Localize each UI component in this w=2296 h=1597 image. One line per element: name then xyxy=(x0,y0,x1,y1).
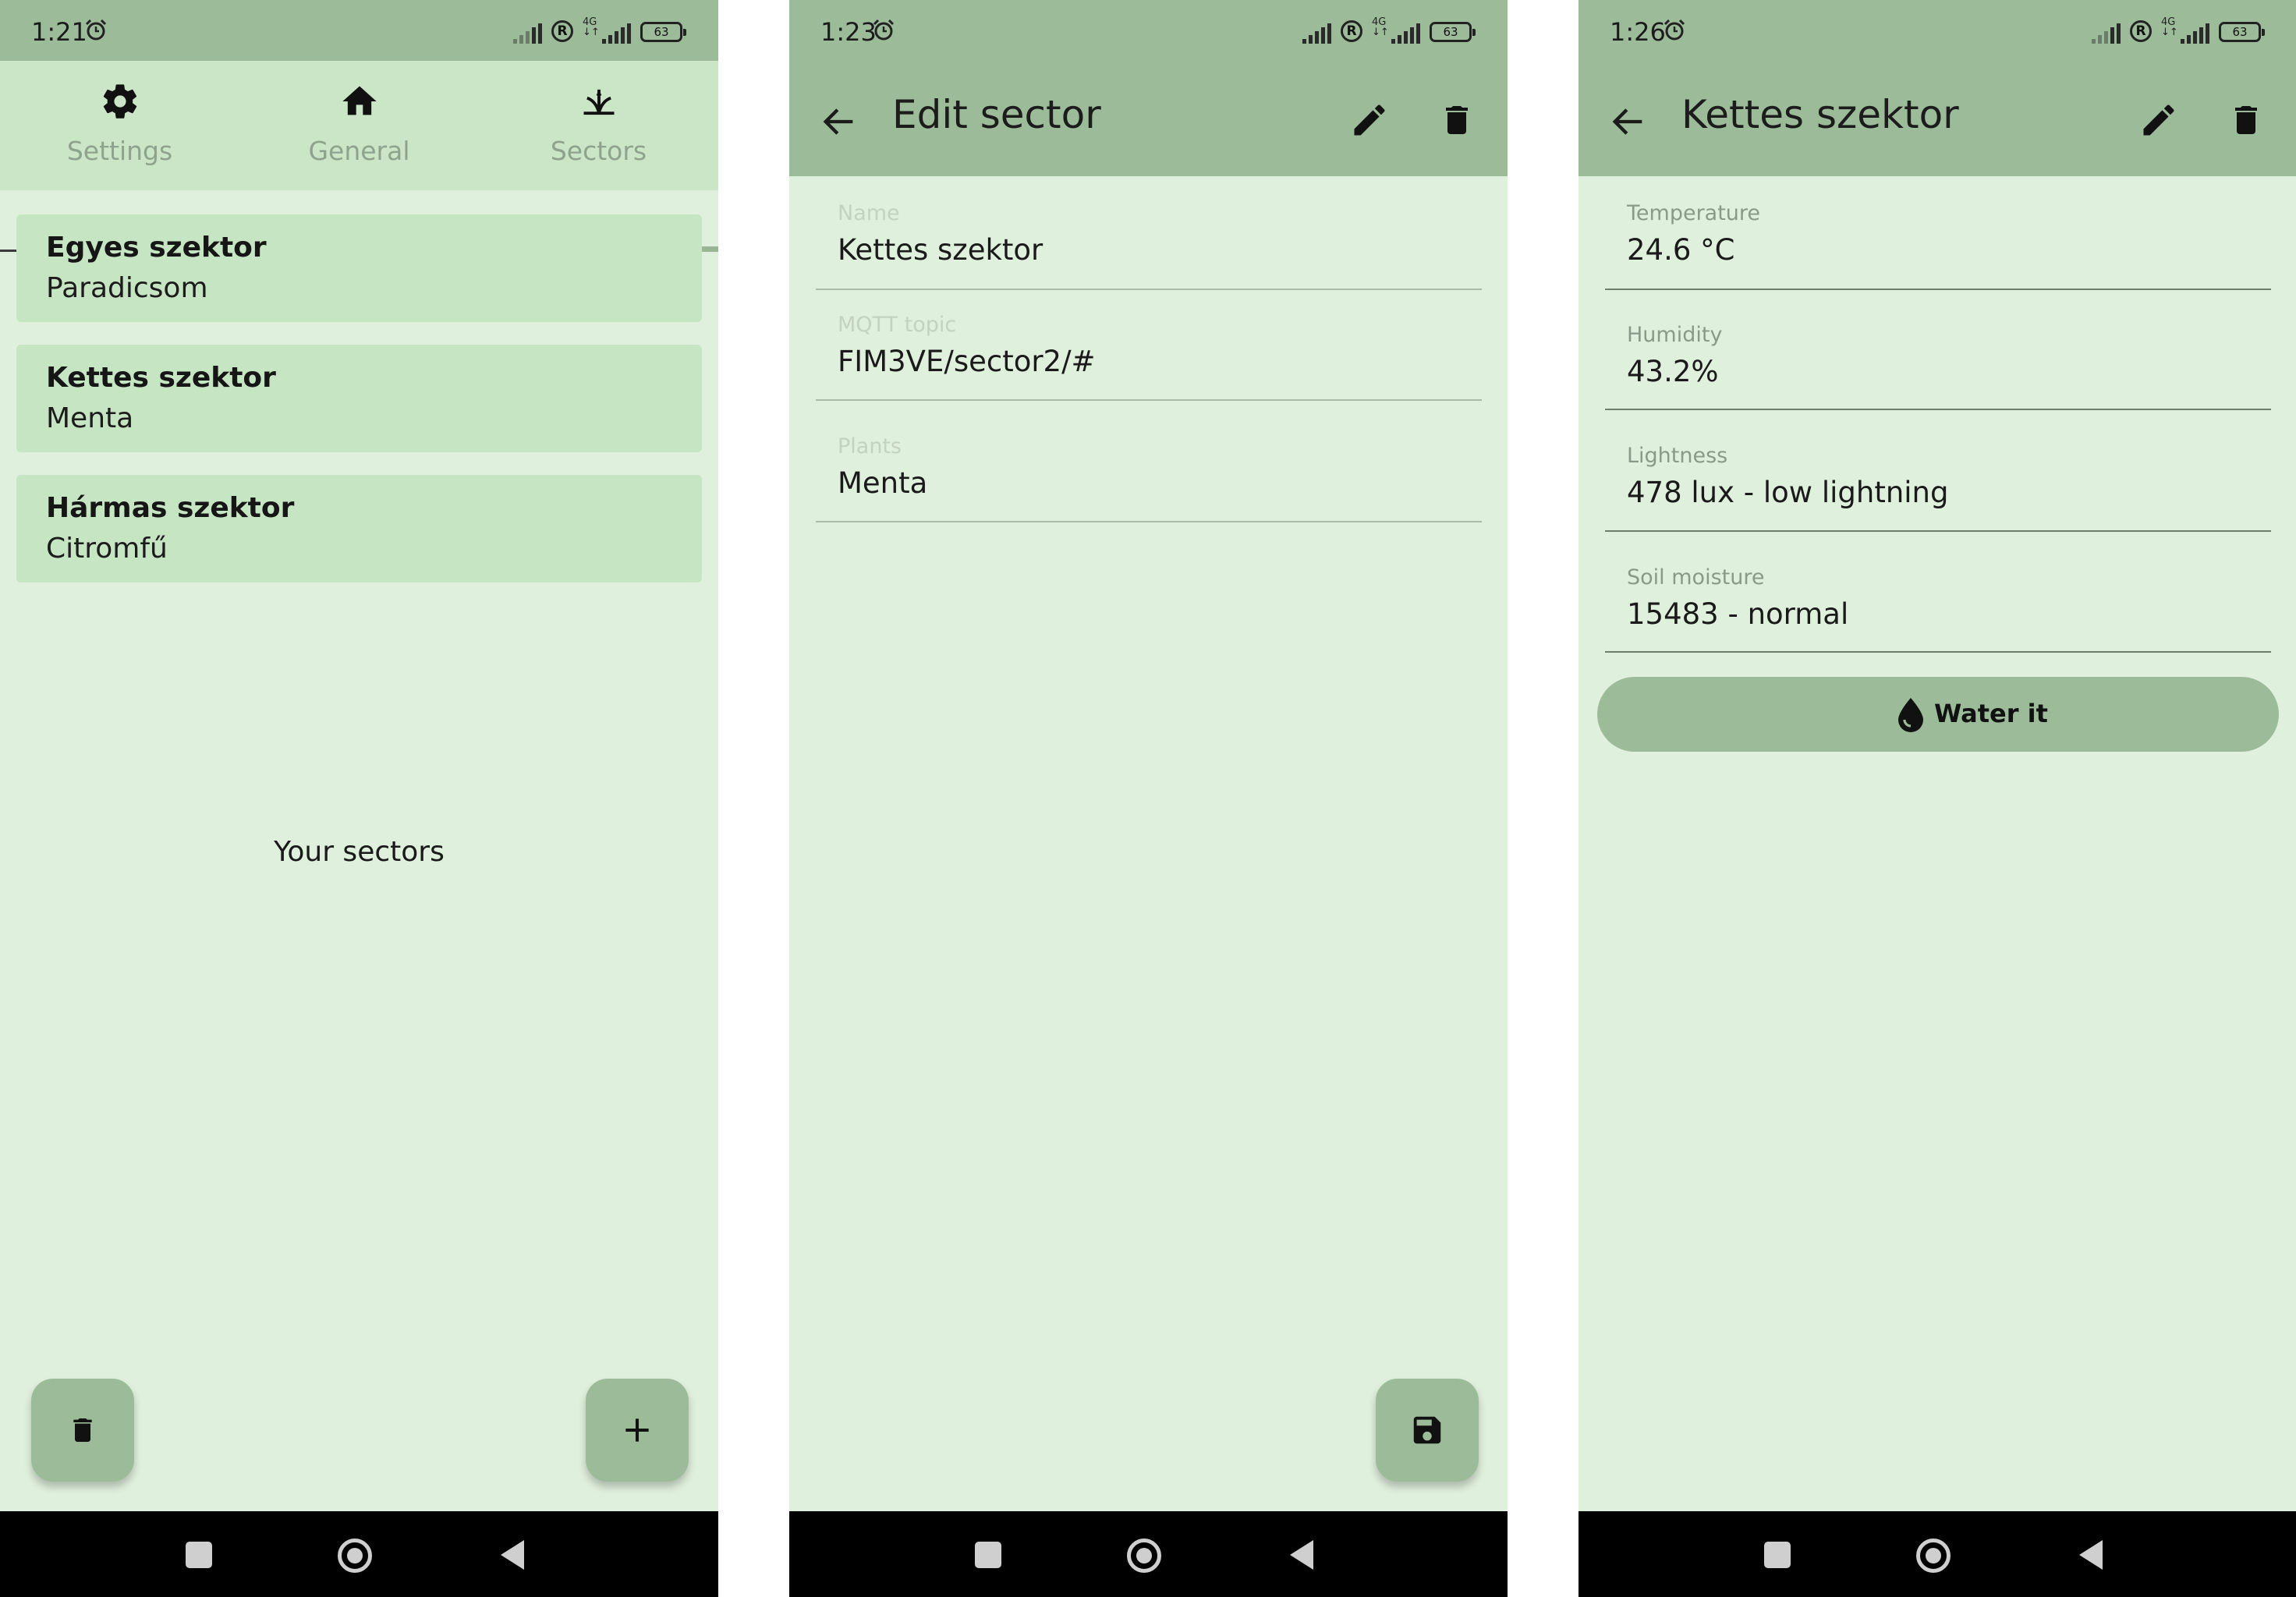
soil-moisture-reading: Soil moisture 15483 - normal xyxy=(1605,554,2271,653)
name-field-value: Kettes szektor xyxy=(838,233,1043,267)
mqtt-topic-field[interactable]: MQTT topic FIM3VE/sector2/# xyxy=(816,303,1482,401)
your-sectors-label: Your sectors xyxy=(274,836,445,868)
tab-bar: Settings General Sectors xyxy=(0,61,718,252)
alarm-icon xyxy=(1664,19,1685,41)
battery-icon: 63 xyxy=(640,22,686,42)
plants-field-value: Menta xyxy=(838,466,928,500)
sector-detail-screen: 1:26 R 4G ↓↑ 63 Kettes szektor Temperatu… xyxy=(1578,0,2296,1597)
roaming-icon: R xyxy=(1341,20,1362,42)
sector-name: Egyes szektor xyxy=(46,232,267,264)
home-button[interactable] xyxy=(1127,1539,1161,1573)
save-icon xyxy=(1413,1416,1441,1444)
signal-icon xyxy=(513,22,542,44)
water-it-button[interactable]: Water it xyxy=(1597,677,2279,752)
lightness-reading: Lightness 478 lux - low lightning xyxy=(1605,434,2271,532)
trash-icon xyxy=(73,1418,92,1442)
grass-icon xyxy=(583,89,614,115)
app-bar: Edit sector xyxy=(789,61,1508,176)
tab-sectors-label: Sectors xyxy=(550,136,647,166)
sector-plant: Menta xyxy=(46,402,134,434)
water-it-label: Water it xyxy=(1934,699,2048,728)
mqtt-topic-field-value: FIM3VE/sector2/# xyxy=(838,345,1096,378)
network-4g-icon: 4G ↓↑ xyxy=(1372,16,1389,38)
trash-icon[interactable] xyxy=(2227,100,2265,140)
recents-button[interactable] xyxy=(186,1542,212,1568)
tab-general[interactable]: General xyxy=(239,61,479,190)
plants-field-label: Plants xyxy=(838,434,902,459)
recents-button[interactable] xyxy=(1764,1542,1791,1568)
system-nav-bar xyxy=(0,1511,718,1597)
network-4g-icon: 4G ↓↑ xyxy=(2161,16,2178,38)
sectors-list-screen: 1:21 R 4G ↓↑ 63 Settings General Sectors… xyxy=(0,0,718,1597)
sector-card[interactable]: Egyes szektor Paradicsom xyxy=(16,214,702,322)
status-bar: 1:23 R 4G ↓↑ 63 xyxy=(789,0,1508,61)
humidity-reading: Humidity 43.2% xyxy=(1605,312,2271,410)
signal-4g-icon xyxy=(2181,22,2209,44)
signal-4g-icon xyxy=(602,22,631,44)
roaming-icon: R xyxy=(551,20,573,42)
temperature-value: 24.6 °C xyxy=(1627,233,1735,267)
page-title: Kettes szektor xyxy=(1681,92,1959,137)
sector-plant: Citromfű xyxy=(46,533,168,565)
mqtt-topic-field-label: MQTT topic xyxy=(838,313,957,337)
roaming-icon: R xyxy=(2130,20,2152,42)
temperature-reading: Temperature 24.6 °C xyxy=(1605,190,2271,290)
edit-sector-screen: 1:23 R 4G ↓↑ 63 Edit sector Name Kettes … xyxy=(789,0,1508,1597)
gear-icon xyxy=(103,84,136,119)
trash-icon[interactable] xyxy=(1438,100,1476,140)
home-button[interactable] xyxy=(1916,1539,1951,1573)
lightness-label: Lightness xyxy=(1627,444,1728,468)
system-nav-bar xyxy=(1578,1511,2296,1597)
status-time: 1:26 xyxy=(1610,17,1666,47)
add-sector-button[interactable] xyxy=(586,1379,689,1482)
home-icon xyxy=(342,86,377,115)
back-button[interactable] xyxy=(1290,1540,1313,1570)
water-drop-icon xyxy=(1898,698,1923,732)
back-button[interactable] xyxy=(501,1540,524,1570)
soil-moisture-label: Soil moisture xyxy=(1627,565,1765,590)
home-button[interactable] xyxy=(338,1539,372,1573)
battery-icon: 63 xyxy=(1430,22,1476,42)
name-field[interactable]: Name Kettes szektor xyxy=(816,190,1482,290)
status-bar: 1:21 R 4G ↓↑ 63 xyxy=(0,0,718,61)
signal-4g-icon xyxy=(1391,22,1420,44)
sector-plant: Paradicsom xyxy=(46,272,208,304)
lightness-value: 478 lux - low lightning xyxy=(1627,476,1949,509)
status-bar: 1:26 R 4G ↓↑ 63 xyxy=(1578,0,2296,61)
alarm-icon xyxy=(873,19,895,41)
tab-sectors[interactable]: Sectors xyxy=(479,61,718,190)
sector-card[interactable]: Hármas szektor Citromfű xyxy=(16,475,702,582)
arrow-back-icon[interactable] xyxy=(819,101,859,142)
temperature-label: Temperature xyxy=(1627,201,1761,225)
soil-moisture-value: 15483 - normal xyxy=(1627,597,1849,631)
system-nav-bar xyxy=(789,1511,1508,1597)
page-title: Edit sector xyxy=(892,92,1101,137)
recents-button[interactable] xyxy=(975,1542,1001,1568)
edit-icon[interactable] xyxy=(1349,100,1390,140)
alarm-icon xyxy=(85,19,107,41)
tab-settings-label: Settings xyxy=(66,136,173,166)
back-button[interactable] xyxy=(2079,1540,2103,1570)
battery-icon: 63 xyxy=(2219,22,2265,42)
app-bar: Kettes szektor xyxy=(1578,61,2296,176)
tab-settings[interactable]: Settings xyxy=(0,61,239,190)
sector-name: Kettes szektor xyxy=(46,362,276,394)
signal-icon xyxy=(1302,22,1331,44)
plants-field[interactable]: Plants Menta xyxy=(816,424,1482,522)
humidity-label: Humidity xyxy=(1627,323,1723,347)
plus-icon xyxy=(625,1418,649,1442)
edit-icon[interactable] xyxy=(2138,100,2179,140)
sector-name: Hármas szektor xyxy=(46,492,295,524)
save-button[interactable] xyxy=(1376,1379,1479,1482)
sector-card[interactable]: Kettes szektor Menta xyxy=(16,345,702,452)
arrow-back-icon[interactable] xyxy=(1608,101,1649,142)
signal-icon xyxy=(2092,22,2121,44)
status-time: 1:21 xyxy=(31,17,87,47)
name-field-label: Name xyxy=(838,201,900,225)
tab-general-label: General xyxy=(308,136,410,166)
status-time: 1:23 xyxy=(820,17,877,47)
network-4g-icon: 4G ↓↑ xyxy=(583,16,600,38)
humidity-value: 43.2% xyxy=(1627,355,1719,388)
delete-sectors-button[interactable] xyxy=(31,1379,134,1482)
